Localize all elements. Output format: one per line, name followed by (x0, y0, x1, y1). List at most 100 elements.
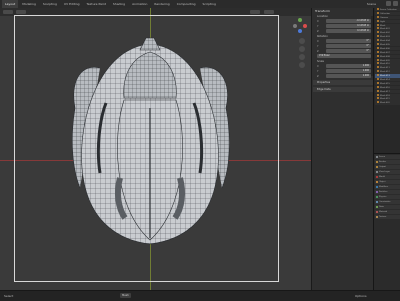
location-y-row: Y 0.12345 m (317, 24, 371, 28)
object-type-icon (377, 15, 379, 18)
tab-shading[interactable]: Shading (110, 0, 128, 8)
outliner-item[interactable]: Mesh.009 (375, 58, 400, 62)
location-x-field[interactable]: -0.12345 m (326, 19, 371, 23)
tab-rendering[interactable]: Rendering (151, 0, 172, 8)
tab-animation[interactable]: Animation (129, 0, 150, 8)
tab-modeling[interactable]: Modeling (19, 0, 39, 8)
z-axis-gizmo-icon[interactable] (298, 29, 302, 33)
outliner-item[interactable]: Camera (375, 15, 400, 20)
object-type-icon (377, 11, 379, 14)
properties-tab-icon (376, 191, 378, 193)
properties-tab[interactable]: Texture (375, 215, 400, 219)
rotation-x-field[interactable]: 0° (326, 39, 371, 43)
scale-x-field[interactable]: 1.000 (326, 64, 371, 68)
outliner-item-label: Mesh.019 (380, 98, 390, 101)
status-options[interactable]: Options (355, 293, 367, 299)
outliner-item-label: Mesh.010 (380, 63, 390, 66)
outliner-item[interactable]: Mesh.013 (375, 74, 400, 78)
status-mode-dropdown[interactable]: Mesh (120, 293, 131, 298)
properties-tab[interactable]: Scene (375, 155, 400, 159)
outliner-item[interactable]: Mesh (375, 23, 400, 27)
tab-sculpting[interactable]: Sculpting (40, 0, 60, 8)
properties-tab[interactable]: Constraints (375, 200, 400, 204)
properties-tab[interactable]: Physics (375, 195, 400, 199)
3d-viewport[interactable] (0, 8, 311, 290)
status-select-hint: Select (4, 294, 14, 298)
outliner-item[interactable]: Mesh.002 (375, 31, 400, 35)
outliner-item[interactable]: Mesh.007 (375, 50, 400, 55)
properties-tab[interactable]: Material (375, 210, 400, 214)
outliner-item[interactable]: Mesh.010 (375, 62, 400, 66)
tab-layout[interactable]: Layout (2, 0, 19, 8)
outliner-item-label: Mesh.002 (380, 32, 390, 35)
outliner-item[interactable]: Mesh.001 (375, 27, 400, 31)
properties-tab-label: Particles (379, 191, 388, 193)
scale-z-field[interactable]: 1.000 (326, 74, 371, 78)
outliner-item[interactable]: Mesh.020 (375, 101, 400, 105)
outliner-item[interactable]: Scene Collection (375, 8, 400, 12)
outliner-item[interactable]: Mesh.011 (375, 66, 400, 70)
properties-tab[interactable]: Data (375, 205, 400, 209)
outliner-item[interactable]: Mesh.003 (375, 35, 400, 39)
outliner-item-label: Mesh.012 (380, 71, 390, 74)
viewport-nav-buttons (299, 38, 305, 68)
rotation-y-field[interactable]: 0° (326, 44, 371, 48)
properties-tab[interactable]: Object (375, 180, 400, 184)
properties-tab-icon (376, 206, 378, 208)
outliner-item[interactable]: Mesh.019 (375, 97, 400, 101)
location-z-field[interactable]: 0.12345 m (326, 29, 371, 33)
properties-tab[interactable]: View Layer (375, 170, 400, 174)
rotation-z-field[interactable]: 0° (326, 49, 371, 53)
camera-view-icon[interactable] (299, 54, 305, 60)
tab-texture-paint[interactable]: Texture Paint (84, 0, 109, 8)
properties-tab[interactable]: Modifiers (375, 185, 400, 189)
scene-icon[interactable] (386, 1, 391, 6)
properties-tab[interactable]: Render (375, 160, 400, 164)
pan-icon[interactable] (299, 46, 305, 52)
x-axis-gizmo-icon[interactable] (303, 24, 307, 28)
perspective-icon[interactable] (299, 62, 305, 68)
object-type-icon (377, 81, 379, 84)
outliner-item-label: Mesh.007 (380, 51, 390, 54)
scale-y-field[interactable]: 1.000 (326, 69, 371, 73)
view-layer-icon[interactable] (393, 1, 398, 6)
outliner-item[interactable]: Mesh.014 (375, 78, 400, 82)
outliner-item[interactable]: Mesh.004 (375, 39, 400, 43)
edge-data-section-header[interactable]: Edge Data (313, 87, 373, 92)
outliner-item[interactable]: Light (375, 19, 400, 24)
location-z-row: Z 0.12345 m (317, 29, 371, 33)
properties-tab-icon (376, 186, 378, 188)
properties-tab-label: Constraints (379, 201, 391, 203)
object-type-icon (377, 70, 379, 73)
location-y-field[interactable]: 0.12345 m (326, 24, 371, 28)
navigation-gizmo[interactable] (292, 18, 308, 34)
tab-uv-editing[interactable]: UV Editing (61, 0, 83, 8)
tab-scripting[interactable]: Scripting (200, 0, 219, 8)
scene-selector[interactable]: Scene (367, 0, 376, 8)
object-type-icon (377, 46, 379, 49)
y-axis-gizmo-icon[interactable] (298, 18, 302, 22)
properties-tab-label: Data (379, 206, 384, 208)
properties-tab-label: View Layer (379, 171, 390, 173)
outliner-item[interactable]: Collection (375, 11, 400, 16)
outliner-item[interactable]: Mesh.016 (375, 85, 400, 90)
properties-tab-label: Material (379, 211, 388, 213)
outliner-item[interactable]: Mesh.017 (375, 89, 400, 94)
properties-section-header[interactable]: Properties (313, 80, 373, 85)
zoom-icon[interactable] (299, 38, 305, 44)
neg-x-gizmo-icon[interactable] (293, 24, 297, 28)
outliner-item[interactable]: Mesh.008 (375, 54, 400, 59)
outliner-item[interactable]: Mesh.012 (375, 70, 400, 74)
tab-compositing[interactable]: Compositing (174, 0, 199, 8)
outliner-panel: Scene Collection Collection Camera Light Mes… (373, 8, 400, 291)
rotation-mode-dropdown[interactable]: XYZ Euler (317, 54, 371, 58)
properties-tab[interactable]: Output (375, 165, 400, 169)
outliner-item[interactable]: Mesh.015 (375, 81, 400, 86)
object-type-icon (377, 50, 379, 53)
outliner-item[interactable]: Mesh.018 (375, 93, 400, 97)
properties-tab[interactable]: World (375, 175, 400, 179)
outliner-item[interactable]: Mesh.006 (375, 46, 400, 51)
object-type-icon (377, 93, 379, 96)
properties-tab[interactable]: Particles (375, 190, 400, 194)
outliner-item[interactable]: Mesh.005 (375, 43, 400, 47)
